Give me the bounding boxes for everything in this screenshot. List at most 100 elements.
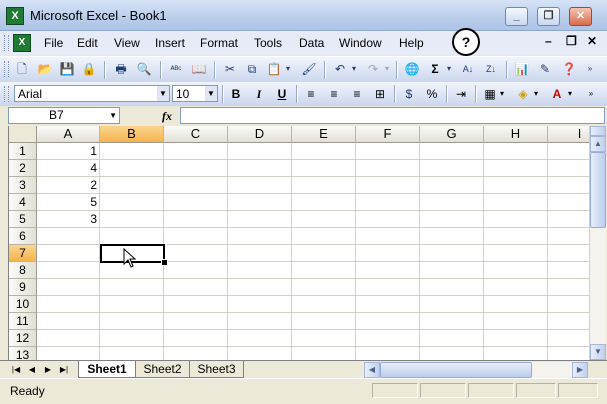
scroll-left-icon[interactable]: ◀ xyxy=(364,362,380,378)
print-icon[interactable]: 🖶 xyxy=(112,60,130,78)
cell-d3[interactable] xyxy=(228,177,292,194)
cell-f1[interactable] xyxy=(356,143,420,160)
cell-a2[interactable]: 4 xyxy=(37,160,100,177)
research-icon[interactable]: 📖 xyxy=(190,60,208,78)
cell-e12[interactable] xyxy=(292,330,356,347)
underline-button[interactable]: U xyxy=(273,85,291,103)
cell-h6[interactable] xyxy=(484,228,548,245)
vertical-scrollbar[interactable]: ▲ ▼ xyxy=(589,126,606,360)
row-header-1[interactable]: 1 xyxy=(9,143,37,160)
cell-i13[interactable] xyxy=(548,347,590,360)
bold-button[interactable]: B xyxy=(227,85,245,103)
cell-g13[interactable] xyxy=(420,347,484,360)
cell-g6[interactable] xyxy=(420,228,484,245)
align-center-icon[interactable]: ≡ xyxy=(325,85,343,103)
cell-e6[interactable] xyxy=(292,228,356,245)
font-size-combo[interactable]: 10 ▼ xyxy=(172,85,218,102)
cell-a6[interactable] xyxy=(37,228,100,245)
new-icon[interactable]: 🗋 xyxy=(13,60,31,78)
cell-i12[interactable] xyxy=(548,330,590,347)
cell-f8[interactable] xyxy=(356,262,420,279)
title-bar[interactable]: X Microsoft Excel - Book1 _ ❐ ✕ xyxy=(0,0,607,31)
scroll-up-icon[interactable]: ▲ xyxy=(590,136,606,152)
font-name-combo[interactable]: Arial ▼ xyxy=(14,85,170,102)
autosum-icon[interactable]: Σ xyxy=(426,60,444,78)
cell-i11[interactable] xyxy=(548,313,590,330)
cell-i3[interactable] xyxy=(548,177,590,194)
fill-color-icon[interactable]: ◈ xyxy=(514,85,532,103)
split-box[interactable] xyxy=(590,126,606,136)
cell-b12[interactable] xyxy=(100,330,164,347)
cell-d1[interactable] xyxy=(228,143,292,160)
align-right-icon[interactable]: ≡ xyxy=(348,85,366,103)
tab-sheet2[interactable]: Sheet2 xyxy=(136,361,190,378)
cell-e2[interactable] xyxy=(292,160,356,177)
cell-a9[interactable] xyxy=(37,279,100,296)
help-icon[interactable]: ❓ xyxy=(560,60,578,78)
cell-f6[interactable] xyxy=(356,228,420,245)
copy-icon[interactable]: ⧉ xyxy=(243,60,261,78)
cell-d8[interactable] xyxy=(228,262,292,279)
workbook-restore-icon[interactable]: ❐ xyxy=(566,34,577,48)
cell-g4[interactable] xyxy=(420,194,484,211)
cell-a4[interactable]: 5 xyxy=(37,194,100,211)
cell-b4[interactable] xyxy=(100,194,164,211)
cell-e10[interactable] xyxy=(292,296,356,313)
toolbar-options-icon[interactable]: » xyxy=(586,85,596,103)
menu-window[interactable]: Window xyxy=(339,36,382,50)
horizontal-scrollbar[interactable]: ◀ ▶ xyxy=(364,362,588,378)
cell-g5[interactable] xyxy=(420,211,484,228)
cell-g9[interactable] xyxy=(420,279,484,296)
cell-b3[interactable] xyxy=(100,177,164,194)
row-header-10[interactable]: 10 xyxy=(9,296,37,313)
toolbar-options-icon[interactable]: » xyxy=(585,60,595,78)
menu-tools[interactable]: Tools xyxy=(254,36,282,50)
column-header-e[interactable]: E xyxy=(292,126,356,143)
cell-b6[interactable] xyxy=(100,228,164,245)
cell-d13[interactable] xyxy=(228,347,292,360)
cell-c4[interactable] xyxy=(164,194,228,211)
menu-view[interactable]: View xyxy=(114,36,140,50)
cell-e1[interactable] xyxy=(292,143,356,160)
cell-a7[interactable] xyxy=(37,245,100,262)
row-header-6[interactable]: 6 xyxy=(9,228,37,245)
cell-h5[interactable] xyxy=(484,211,548,228)
cell-c13[interactable] xyxy=(164,347,228,360)
cell-h7[interactable] xyxy=(484,245,548,262)
increase-indent-icon[interactable]: ⇥ xyxy=(452,85,470,103)
previous-sheet-icon[interactable]: ◀ xyxy=(26,363,38,376)
cell-e9[interactable] xyxy=(292,279,356,296)
cell-g3[interactable] xyxy=(420,177,484,194)
toolbar-grip[interactable] xyxy=(4,86,9,102)
italic-button[interactable]: I xyxy=(250,85,268,103)
autosum-dropdown-icon[interactable]: ▾ xyxy=(445,60,453,78)
cell-i9[interactable] xyxy=(548,279,590,296)
cell-c11[interactable] xyxy=(164,313,228,330)
cell-a3[interactable]: 2 xyxy=(37,177,100,194)
cell-a1[interactable]: 1 xyxy=(37,143,100,160)
cell-c8[interactable] xyxy=(164,262,228,279)
save-icon[interactable]: 💾 xyxy=(58,60,76,78)
cell-d5[interactable] xyxy=(228,211,292,228)
cell-g2[interactable] xyxy=(420,160,484,177)
row-header-12[interactable]: 12 xyxy=(9,330,37,347)
cell-a13[interactable] xyxy=(37,347,100,360)
menu-insert[interactable]: Insert xyxy=(155,36,185,50)
borders-dropdown-icon[interactable]: ▾ xyxy=(498,85,506,103)
cell-c10[interactable] xyxy=(164,296,228,313)
cell-i10[interactable] xyxy=(548,296,590,313)
cell-f3[interactable] xyxy=(356,177,420,194)
formula-input[interactable] xyxy=(180,107,605,124)
next-sheet-icon[interactable]: ▶ xyxy=(42,363,54,376)
cell-g8[interactable] xyxy=(420,262,484,279)
column-header-c[interactable]: C xyxy=(164,126,228,143)
row-header-3[interactable]: 3 xyxy=(9,177,37,194)
cell-f5[interactable] xyxy=(356,211,420,228)
cell-f10[interactable] xyxy=(356,296,420,313)
menu-format[interactable]: Format xyxy=(200,36,238,50)
cell-h10[interactable] xyxy=(484,296,548,313)
cell-c7[interactable] xyxy=(164,245,228,262)
cell-g7[interactable] xyxy=(420,245,484,262)
cell-i6[interactable] xyxy=(548,228,590,245)
cell-f9[interactable] xyxy=(356,279,420,296)
